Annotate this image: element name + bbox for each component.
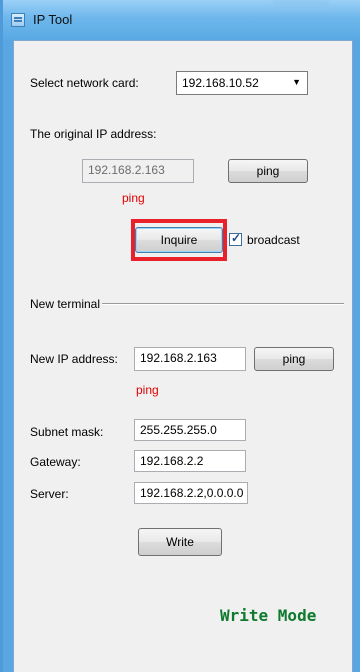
client-area: Select network card: 192.168.10.52 ▼ The… [13, 40, 353, 672]
inquire-highlight-box [131, 219, 227, 261]
window-title: IP Tool [33, 12, 73, 27]
new-terminal-group-label: New terminal [30, 297, 101, 311]
network-card-label: Select network card: [30, 76, 139, 90]
title-bar-controls [273, 0, 329, 10]
gateway-label: Gateway: [30, 455, 81, 469]
mode-caption: Write Mode [220, 606, 317, 625]
subnet-mask-field[interactable]: 255.255.255.0 [134, 419, 246, 441]
original-ip-label: The original IP address: [30, 127, 157, 141]
chevron-down-icon: ▼ [292, 77, 301, 87]
new-ping-button[interactable]: ping [254, 347, 334, 371]
broadcast-checkbox[interactable] [229, 231, 242, 246]
app-icon [11, 13, 25, 27]
original-ping-button[interactable]: ping [228, 159, 308, 183]
new-ping-status: ping [136, 383, 159, 397]
broadcast-label: broadcast [247, 233, 300, 247]
write-button[interactable]: Write [138, 528, 222, 556]
original-ping-status: ping [122, 191, 145, 205]
server-field[interactable]: 192.168.2.2,0.0.0.0 [134, 482, 248, 504]
gateway-field[interactable]: 192.168.2.2 [134, 450, 246, 472]
original-ip-field[interactable]: 192.168.2.163 [82, 159, 194, 183]
server-label: Server: [30, 487, 69, 501]
network-card-value: 192.168.10.52 [182, 76, 259, 90]
subnet-mask-label: Subnet mask: [30, 425, 104, 439]
group-divider [102, 303, 344, 305]
title-bar[interactable]: IP Tool [3, 0, 360, 40]
ip-tool-window: IP Tool Select network card: 192.168.10.… [0, 0, 360, 672]
new-ip-field[interactable]: 192.168.2.163 [134, 347, 246, 371]
network-card-select[interactable]: 192.168.10.52 ▼ [176, 71, 308, 95]
new-ip-label: New IP address: [30, 352, 118, 366]
